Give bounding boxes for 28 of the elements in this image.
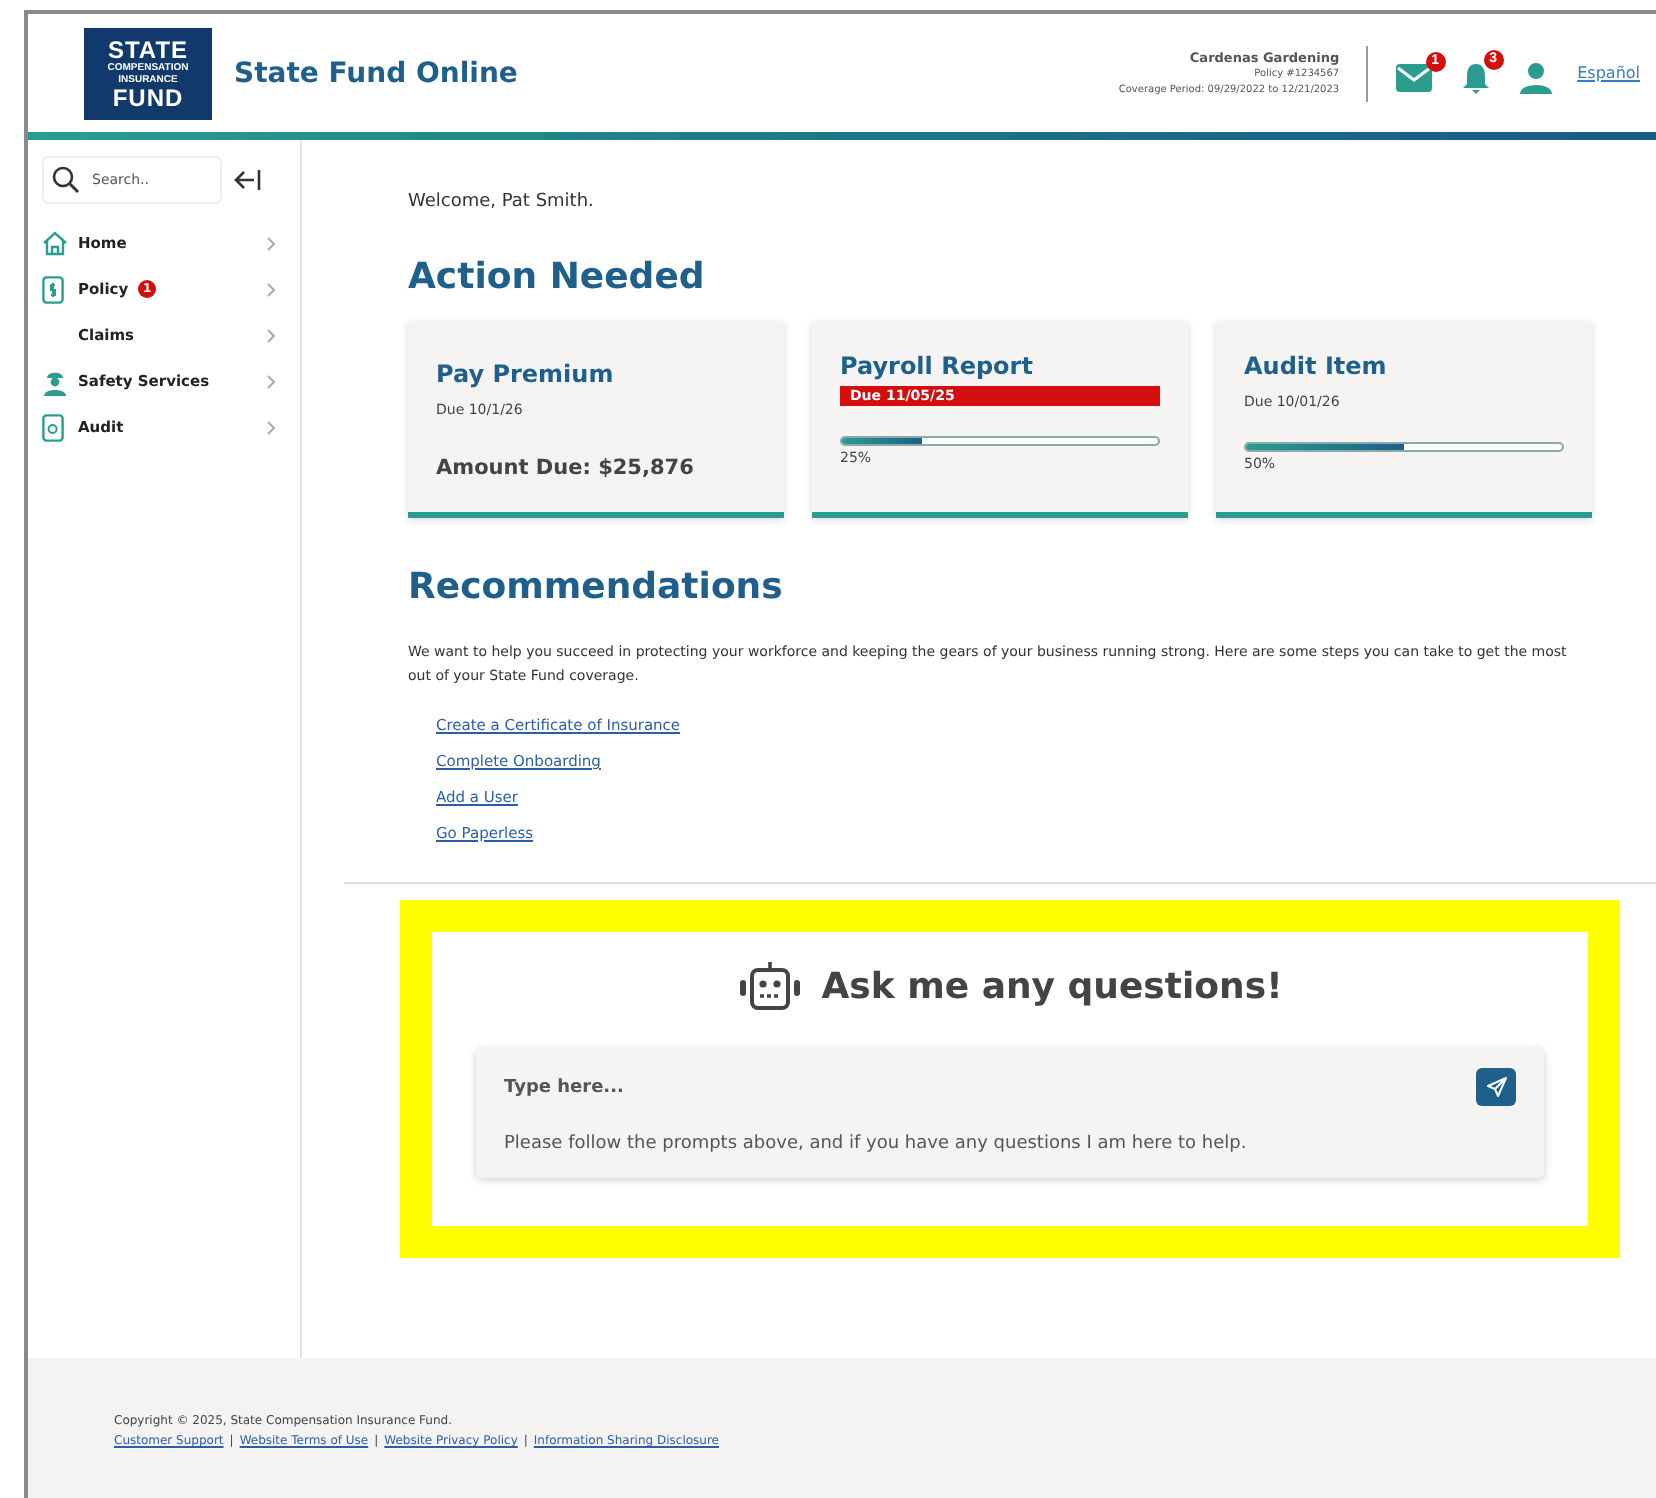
robot-icon xyxy=(737,960,802,1012)
chevron-icon xyxy=(266,419,276,435)
paper-plane-icon xyxy=(1485,1076,1507,1098)
chevron-icon xyxy=(266,327,276,343)
section-heading: Recommendations xyxy=(408,566,785,608)
worker-icon xyxy=(42,367,68,395)
site-title: State Fund Online xyxy=(234,57,518,89)
house-icon xyxy=(42,230,68,256)
card-title: Audit Item xyxy=(1244,352,1389,380)
document-search-icon xyxy=(42,413,64,441)
bell-icon xyxy=(1461,61,1490,93)
chevron-icon xyxy=(266,281,276,297)
person-icon xyxy=(1519,61,1552,93)
chevron-icon xyxy=(266,373,276,389)
language-link[interactable]: Español xyxy=(1577,64,1640,82)
chat-heading: Ask me any questions! xyxy=(821,965,1283,1007)
chat-message: Please follow the prompts above, and if you have any questions I am here to help. xyxy=(504,1134,1249,1154)
collapse-icon[interactable] xyxy=(234,168,262,192)
welcome-text: Welcome, Pat Smith. xyxy=(408,192,596,212)
envelope-icon xyxy=(1395,63,1432,91)
card-title: Pay Premium xyxy=(436,360,616,388)
chevron-icon xyxy=(266,235,276,251)
send-button[interactable] xyxy=(1476,1068,1516,1106)
document-icon xyxy=(42,275,64,303)
section-heading: Action Needed xyxy=(408,256,707,298)
card-title: Payroll Report xyxy=(840,352,1035,380)
chat-input[interactable]: Type here... xyxy=(504,1077,1476,1097)
amount-due: Amount Due: $25,876 xyxy=(436,456,696,480)
